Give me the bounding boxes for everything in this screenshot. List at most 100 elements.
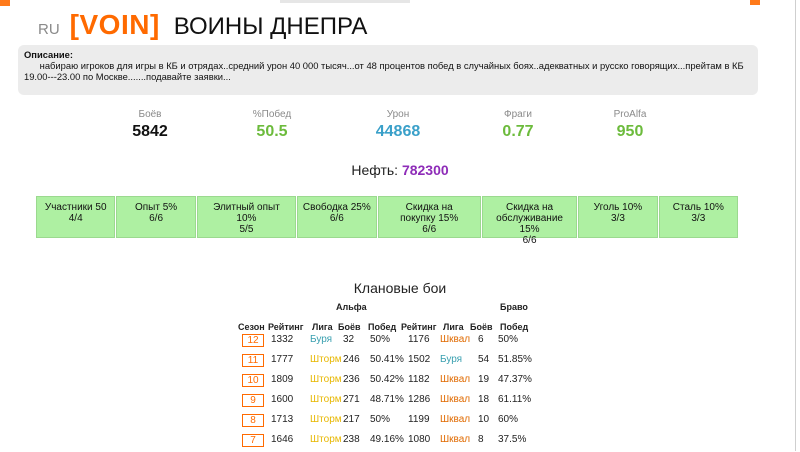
table-cell-a-league: Шторм xyxy=(310,394,342,405)
table-row: 8 1713 Шторм 217 50% 1199 Шквал 10 60% xyxy=(230,414,550,432)
stat-value: 5842 xyxy=(132,123,168,140)
col-league-a: Лига xyxy=(312,322,333,332)
stat-frags: Фраги 0.77 xyxy=(468,109,568,141)
table-cell-a-battles: 32 xyxy=(343,334,355,345)
clanwars-title: Клановые бои xyxy=(353,280,447,296)
table-cell-b-rating: 1199 xyxy=(408,414,430,425)
top-accent-left xyxy=(0,0,10,6)
stat-proalfa: ProAlfa 950 xyxy=(580,109,680,141)
clan-header: RU [VOIN] ВОИНЫ ДНЕПРА xyxy=(38,9,367,47)
table-cell-a-league: Шторм xyxy=(310,434,342,445)
stat-damage: Урон 44868 xyxy=(348,109,448,141)
table-cell-a-wins: 49.16% xyxy=(370,434,404,445)
table-cell-b-wins: 61.11% xyxy=(498,394,532,405)
table-cell-a-wins: 50.41% xyxy=(370,354,404,365)
table-cell-b-league: Шквал xyxy=(440,374,471,385)
bonus-purchase-discount: Скидка на покупку 15% 6/6 xyxy=(377,196,481,238)
bonus-steel: Сталь 10% 3/3 xyxy=(658,196,738,238)
table-cell-a-rating: 1600 xyxy=(271,394,294,405)
page-right-border xyxy=(795,0,796,451)
table-cell-b-battles: 54 xyxy=(478,354,490,365)
table-cell-a-battles: 246 xyxy=(343,354,360,365)
stat-battles: Боёв 5842 xyxy=(100,109,200,141)
table-cell-a-wins: 50% xyxy=(370,414,391,425)
description-label: Описание: xyxy=(24,49,74,60)
stat-value: 950 xyxy=(616,123,644,140)
table-cell-a-battles: 271 xyxy=(343,394,360,405)
season-badge[interactable]: 10 xyxy=(242,374,264,387)
bonus-members: Участники 50 4/4 xyxy=(36,196,116,238)
bonus-elite-exp: Элитный опыт 10% 5/5 xyxy=(196,196,297,238)
clan-bonuses: Участники 50 4/4 Опыт 5% 6/6 Элитный опыт … xyxy=(36,196,738,246)
col-wins-b: Побед xyxy=(500,322,529,332)
table-cell-b-league: Буря xyxy=(440,354,463,365)
stat-value: 50.5 xyxy=(256,123,288,140)
table-cell-b-battles: 18 xyxy=(478,394,490,405)
bonus-coal: Уголь 10% 3/3 xyxy=(578,196,658,238)
table-cell-b-battles: 19 xyxy=(478,374,490,385)
season-badge[interactable]: 7 xyxy=(242,434,264,447)
table-cell-b-rating: 1080 xyxy=(408,434,431,445)
season-badge[interactable]: 12 xyxy=(242,334,264,347)
stat-value: 0.77 xyxy=(502,123,534,140)
table-cell-a-wins: 50.42% xyxy=(370,374,404,385)
col-wins-a: Побед xyxy=(368,322,397,332)
table-cell-b-wins: 60% xyxy=(498,414,519,425)
table-cell-a-battles: 238 xyxy=(343,434,360,445)
clan-tag: [VOIN] xyxy=(69,9,160,40)
stat-value: 44868 xyxy=(375,123,421,140)
table-cell-b-league: Шквал xyxy=(440,394,471,405)
table-cell-b-league: Шквал xyxy=(440,334,471,345)
table-cell-a-rating: 1809 xyxy=(271,374,294,385)
table-cell-a-league: Шторм xyxy=(310,374,342,385)
bonus-exp: Опыт 5% 6/6 xyxy=(116,196,196,238)
table-cell-b-wins: 47.37% xyxy=(498,374,532,385)
table-cell-b-wins: 51.85% xyxy=(498,354,532,365)
season-badge[interactable]: 11 xyxy=(242,354,264,367)
col-battles-a: Боёв xyxy=(338,322,361,332)
group-alpha-header: Альфа xyxy=(336,302,367,312)
clan-description: Описание: набираю игроков для игры в КБ … xyxy=(18,45,758,95)
description-text: набираю игроков для игры в КБ и отрядах.… xyxy=(24,60,744,82)
table-row: 12 1332 Буря 32 50% 1176 Шквал 6 50% xyxy=(230,334,550,352)
col-rating-b: Рейтинг xyxy=(401,322,437,332)
clan-name: ВОИНЫ ДНЕПРА xyxy=(173,13,368,40)
clan-oil: Нефть: 782300 xyxy=(0,162,800,178)
stat-winrate: %Побед 50.5 xyxy=(222,109,322,141)
top-grey-bar xyxy=(280,0,410,3)
season-badge[interactable]: 9 xyxy=(242,394,264,407)
table-cell-b-battles: 8 xyxy=(478,434,484,445)
table-cell-b-wins: 50% xyxy=(498,334,519,345)
table-cell-a-battles: 236 xyxy=(343,374,360,385)
table-cell-b-rating: 1176 xyxy=(408,334,430,345)
table-cell-b-battles: 10 xyxy=(478,414,490,425)
table-cell-a-league: Шторм xyxy=(310,414,342,425)
table-cell-a-wins: 50% xyxy=(370,334,391,345)
group-bravo-header: Браво xyxy=(500,302,528,312)
table-cell-b-league: Шквал xyxy=(440,434,471,445)
clan-region: RU xyxy=(38,21,60,38)
col-season: Сезон xyxy=(238,322,265,332)
table-cell-a-battles: 217 xyxy=(343,414,360,425)
table-row: 10 1809 Шторм 236 50.42% 1182 Шквал 19 47.37% xyxy=(230,374,550,392)
table-cell-a-rating: 1713 xyxy=(271,414,294,425)
table-cell-b-rating: 1182 xyxy=(408,374,430,385)
oil-value: 782300 xyxy=(401,162,449,178)
table-cell-a-wins: 48.71% xyxy=(370,394,404,405)
table-cell-a-rating: 1777 xyxy=(271,354,294,365)
clan-stats: Боёв 5842 %Побед 50.5 Урон 44868 Фраги 0… xyxy=(100,109,720,149)
table-cell-b-league: Шквал xyxy=(440,414,471,425)
table-cell-b-wins: 37.5% xyxy=(498,434,527,445)
oil-label: Нефть: xyxy=(351,162,399,178)
table-cell-b-rating: 1286 xyxy=(408,394,431,405)
col-league-b: Лига xyxy=(443,322,464,332)
table-cell-a-rating: 1332 xyxy=(271,334,294,345)
col-battles-b: Боёв xyxy=(470,322,493,332)
bonus-service-discount: Скидка на обслуживание 15% 6/6 xyxy=(481,196,578,246)
season-badge[interactable]: 8 xyxy=(242,414,264,427)
table-cell-a-league: Шторм xyxy=(310,354,342,365)
table-row: 9 1600 Шторм 271 48.71% 1286 Шквал 18 61.11% xyxy=(230,394,550,412)
table-row: 11 1777 Шторм 246 50.41% 1502 Буря 54 51.85% xyxy=(230,354,550,372)
table-row: 7 1646 Шторм 238 49.16% 1080 Шквал 8 37.5% xyxy=(230,434,550,452)
table-cell-a-rating: 1646 xyxy=(271,434,294,445)
